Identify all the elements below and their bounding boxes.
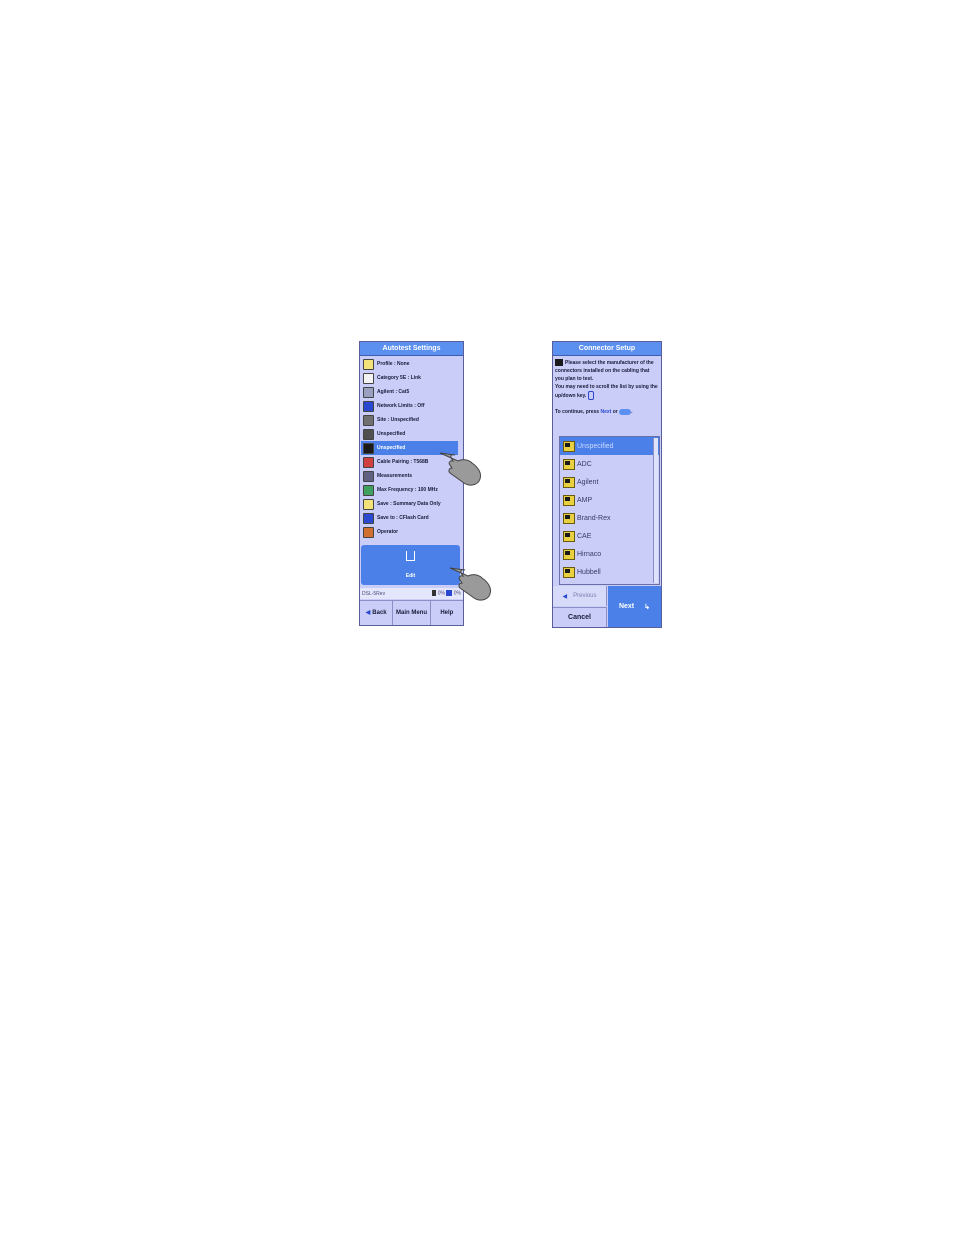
settings-menu-item-label: Unspecified <box>377 445 406 451</box>
next-label: Next <box>618 603 635 610</box>
settings-menu-item-label: Network Limits : Off <box>377 403 425 409</box>
manufacturer-label: Hubbell <box>577 568 601 576</box>
manufacturer-list-item[interactable]: AMP <box>560 491 659 509</box>
manufacturer-label: ADC <box>577 460 592 468</box>
instruction-next-word: Next <box>600 409 612 415</box>
main-menu-button[interactable]: Main Menu <box>393 601 431 625</box>
settings-menu-item-label: Unspecified <box>377 431 406 437</box>
manufacturer-list-item[interactable]: ADC <box>560 455 659 473</box>
manufacturer-list-item[interactable]: Unspecified <box>560 437 659 455</box>
settings-menu-item[interactable]: Unspecified <box>361 427 458 441</box>
save-icon <box>363 498 374 510</box>
previous-button[interactable]: ◀ Previous <box>553 586 607 606</box>
pairing-icon <box>363 456 374 468</box>
settings-menu-item-label: Cable Pairing : T568B <box>377 459 429 465</box>
edit-button[interactable]: Edit <box>361 545 460 585</box>
manufacturer-list-item[interactable]: Hirnaco <box>560 545 659 563</box>
wrench-icon <box>363 470 374 482</box>
manufacturer-list-item[interactable]: CAE <box>560 527 659 545</box>
settings-menu-item-label: Operator <box>377 529 399 535</box>
enter-key-icon <box>619 408 632 415</box>
battery-icon <box>432 590 437 597</box>
folder-icon <box>563 530 575 542</box>
edit-label: Edit <box>405 573 416 579</box>
settings-menu-item-label: Profile : None <box>377 361 410 367</box>
screen-title: Connector Setup <box>553 342 661 356</box>
settings-menu-item-label: Site : Unspecified <box>377 417 419 423</box>
screen-title: Autotest Settings <box>360 342 463 356</box>
cable-icon <box>363 386 374 398</box>
settings-menu-item-label: Measurements <box>377 473 413 479</box>
list-scrollbar[interactable] <box>653 438 658 583</box>
manufacturer-list[interactable]: Unspecified ADC Agilent AMP Brand-Rex CAE Hirn… <box>559 436 660 585</box>
connector-icon <box>363 442 374 454</box>
manufacturer-list-item[interactable]: Hubbell <box>560 563 659 581</box>
previous-arrow-icon: ◀ <box>562 593 568 600</box>
pointing-hand-icon <box>449 567 491 601</box>
connector-setup-screen: Connector Setup Please select the manufa… <box>552 341 662 628</box>
folder-icon <box>563 440 575 452</box>
person-icon <box>363 526 374 538</box>
disk-icon <box>363 512 374 524</box>
settings-menu-item[interactable]: Save : Summary Data Only <box>361 497 458 511</box>
settings-menu-item[interactable]: Agilent : Cat5 <box>361 385 458 399</box>
settings-menu-item[interactable]: Network Limits : Off <box>361 399 458 413</box>
manufacturer-list-item[interactable]: Agilent <box>560 473 659 491</box>
manufacturer-label: CAE <box>577 532 592 540</box>
settings-menu-item-label: Save to : CFlash Card <box>377 515 429 521</box>
settings-menu-item[interactable]: Operator <box>361 525 458 539</box>
folder-icon <box>563 476 575 488</box>
cable-icon <box>363 428 374 440</box>
next-arrow-icon: ↳ <box>644 603 651 611</box>
manufacturer-label: AMP <box>577 496 593 504</box>
settings-menu-item-label: Max Frequency : 100 MHz <box>377 487 438 493</box>
connector-icon <box>555 359 563 367</box>
settings-menu-item[interactable]: Category 5E : Link <box>361 371 458 385</box>
back-button[interactable]: ◀ Back <box>360 601 394 625</box>
instructions: Please select the manufacturer of the co… <box>555 359 658 415</box>
network-icon <box>363 400 374 412</box>
instruction-line1: Please select the manufacturer of the co… <box>555 360 654 382</box>
status-mem1: 0% <box>437 590 445 597</box>
next-button[interactable]: Next ↳ <box>608 586 661 627</box>
manufacturer-list-items: Unspecified ADC Agilent AMP Brand-Rex CAE Hirn… <box>560 437 659 581</box>
folder-icon <box>563 512 575 524</box>
folder-icon <box>563 566 575 578</box>
cancel-button[interactable]: Cancel <box>553 607 607 627</box>
instruction-or: or <box>612 409 618 415</box>
manufacturer-label: Brand-Rex <box>577 514 611 522</box>
instruction-line3-prefix: To continue, press <box>555 409 600 415</box>
settings-menu-item-label: Save : Summary Data Only <box>377 501 441 507</box>
printer-icon <box>363 414 374 426</box>
previous-label: Previous <box>573 593 597 599</box>
wizard-nav: ◀ Previous Cancel Next ↳ <box>553 586 661 627</box>
document-icon <box>363 358 374 370</box>
settings-menu-item[interactable]: Save to : CFlash Card <box>361 511 458 525</box>
settings-menu-item-label: Agilent : Cat5 <box>377 389 410 395</box>
settings-menu-item[interactable]: Site : Unspecified <box>361 413 458 427</box>
manufacturer-list-item[interactable]: Brand-Rex <box>560 509 659 527</box>
manufacturer-label: Hirnaco <box>577 550 602 558</box>
folder-icon <box>563 494 575 506</box>
document-icon <box>363 372 374 384</box>
manufacturer-label: Agilent <box>577 478 599 486</box>
manufacturer-label: Unspecified <box>577 442 614 450</box>
folder-icon <box>563 548 575 560</box>
updown-key-icon <box>587 391 594 400</box>
back-arrow-icon: ◀ <box>365 610 371 616</box>
chart-icon <box>363 484 374 496</box>
settings-menu-item-label: Category 5E : Link <box>377 375 421 381</box>
back-label: Back <box>372 610 387 616</box>
settings-menu-item[interactable]: Profile : None <box>361 357 458 371</box>
status-version: DSL-5Rev <box>362 590 386 597</box>
folder-icon <box>563 458 575 470</box>
bottom-nav: ◀ Back Main Menu Help <box>360 600 463 625</box>
edit-icon <box>406 551 415 561</box>
help-button[interactable]: Help <box>431 601 463 625</box>
instruction-line2: You may need to scroll the list by using… <box>555 384 658 399</box>
pointing-hand-icon <box>439 452 481 486</box>
